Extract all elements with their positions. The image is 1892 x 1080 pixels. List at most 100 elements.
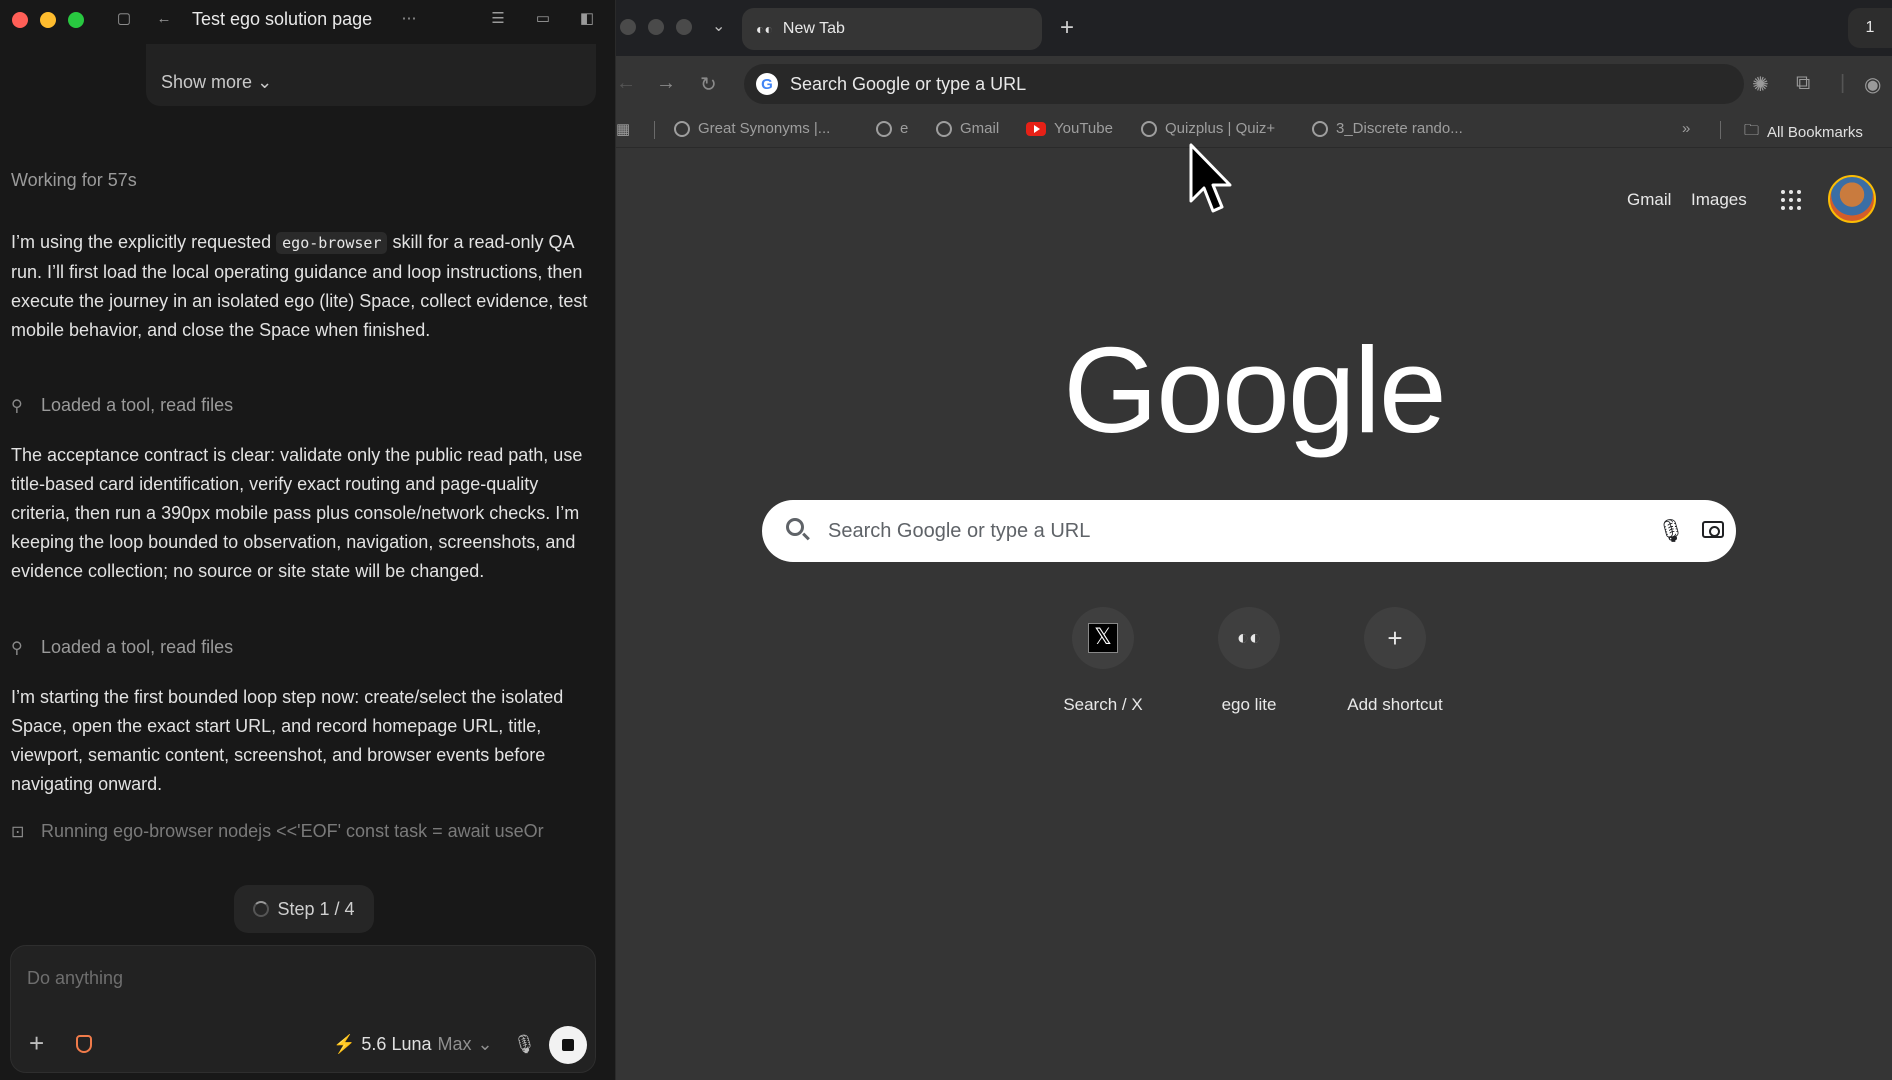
tool-call-1[interactable]: ⚲ Loaded a tool, read files (11, 395, 233, 416)
globe-icon (936, 120, 952, 137)
all-bookmarks[interactable]: 🗀 All Bookmarks (1744, 120, 1863, 145)
wrench-icon: ⚲ (11, 397, 23, 415)
microphone-icon[interactable]: 🎙 (513, 1034, 536, 1055)
stop-button[interactable] (549, 1026, 587, 1064)
ego-logo-icon: ◐◐ (756, 21, 773, 37)
browser-toolbar: ← → ↻ G Search Google or type a URL ✺ ⧉ … (616, 56, 1892, 112)
tool-call-label: Loaded a tool, read files (41, 637, 234, 657)
bookmark-label: Gmail (960, 120, 1000, 137)
browser-window-controls (620, 19, 692, 35)
split-view-icon[interactable]: ◧ (578, 10, 596, 28)
tool-call-2[interactable]: ⚲ Loaded a tool, read files (11, 637, 233, 658)
show-more-button[interactable]: Show more ⌄ (161, 72, 272, 93)
plus-icon[interactable]: + (29, 1030, 44, 1056)
step-indicator: Step 1 / 4 (234, 885, 374, 933)
new-tab-button[interactable]: + (1060, 14, 1074, 42)
youtube-icon (1026, 121, 1046, 136)
bookmark-item[interactable]: e (876, 120, 908, 137)
model-mode: Max (437, 1034, 472, 1054)
bookmark-item[interactable]: Great Synonyms |... (674, 120, 830, 137)
images-link[interactable]: Images (1691, 190, 1747, 210)
address-bar[interactable]: G Search Google or type a URL (744, 64, 1744, 104)
minimize-window-button[interactable] (648, 19, 664, 35)
shortcut-icon-circle: ◐◐ (1218, 607, 1280, 669)
wrench-icon: ⚲ (11, 639, 23, 657)
minimize-window-button[interactable] (40, 12, 56, 28)
google-icon: G (756, 73, 778, 95)
search-input[interactable]: Search Google or type a URL (828, 520, 1090, 543)
composer-input[interactable]: Do anything (27, 968, 123, 989)
extensions-icon[interactable]: ⧉ (1796, 72, 1810, 95)
bookmarks-overflow-icon[interactable]: » (1682, 120, 1690, 137)
google-apps-icon[interactable] (1781, 190, 1801, 210)
composer[interactable]: Do anything + ⚡ 5.6 Luna Max ⌄ 🎙 (10, 945, 596, 1073)
tool-call-label: Loaded a tool, read files (41, 395, 234, 415)
bookmark-divider (654, 121, 655, 139)
folder-icon: 🗀 (1744, 122, 1760, 139)
assistant-message-1: I’m using the explicitly requested ego-b… (11, 228, 601, 345)
profile-counter[interactable]: 1 (1848, 8, 1892, 48)
back-arrow-icon[interactable]: ← (616, 72, 636, 95)
bookmark-label: 3_Discrete rando... (1336, 120, 1463, 137)
bookmark-item[interactable]: Gmail (936, 120, 999, 137)
profile-icon[interactable]: ◉ (1864, 72, 1881, 97)
show-more-label: Show more (161, 72, 253, 92)
shortcut-label: Search / X (1063, 695, 1143, 714)
terminal-icon: ⊡ (11, 823, 25, 841)
bookmark-item[interactable]: Quizplus | Quiz+ (1141, 120, 1275, 137)
close-window-button[interactable] (620, 19, 636, 35)
running-command[interactable]: ⊡ Running ego-browser nodejs <<'EOF' con… (11, 821, 544, 842)
shortcut-icon-circle: 𝕏 (1072, 607, 1134, 669)
shortcut-label: Add shortcut (1347, 695, 1443, 714)
x-logo-icon: 𝕏 (1088, 623, 1118, 653)
bookmark-label: e (900, 120, 909, 137)
model-selector[interactable]: ⚡ 5.6 Luna Max ⌄ (333, 1034, 493, 1055)
reload-icon[interactable]: ↻ (700, 72, 717, 97)
forward-arrow-icon[interactable]: → (656, 72, 676, 95)
browser-window: ⌄ ◐◐ New Tab + 1 ← → ↻ G Search Google o… (616, 0, 1892, 1080)
ego-logo-icon: ◐◐ (1236, 626, 1262, 649)
back-arrow-icon[interactable]: ← (155, 10, 173, 28)
google-logo: Google (1063, 322, 1446, 458)
search-box[interactable]: Search Google or type a URL 🎙 (762, 500, 1736, 562)
bookmark-item[interactable]: YouTube (1026, 120, 1113, 137)
openai-icon[interactable]: ✺ (1752, 72, 1769, 97)
bookmarks-bar: ▦ Great Synonyms |... e Gmail YouTube Qu… (616, 112, 1892, 148)
step-label: Step 1 / 4 (277, 898, 355, 919)
bookmark-label: Great Synonyms |... (698, 120, 831, 137)
close-window-button[interactable] (12, 12, 28, 28)
shield-icon[interactable] (76, 1035, 92, 1053)
microphone-icon[interactable]: 🎙 (1657, 518, 1685, 544)
bookmark-item[interactable]: 3_Discrete rando... (1312, 120, 1463, 137)
gmail-link[interactable]: Gmail (1627, 190, 1671, 210)
panel-icon[interactable]: ▭ (534, 10, 552, 28)
maximize-window-button[interactable] (68, 12, 84, 28)
page-title: Test ego solution page (192, 9, 373, 29)
assistant-message-3: I’m starting the first bounded loop step… (11, 687, 564, 794)
globe-icon (876, 120, 892, 137)
chevron-down-icon: ⌄ (477, 1034, 493, 1054)
avatar[interactable] (1828, 175, 1876, 223)
model-name: 5.6 Luna (361, 1034, 432, 1054)
running-command-label: Running ego-browser nodejs <<'EOF' const… (41, 821, 544, 841)
camera-icon[interactable] (1702, 521, 1724, 538)
all-bookmarks-label: All Bookmarks (1767, 124, 1863, 141)
shortcut-tile[interactable]: ◐◐ ego lite (1184, 607, 1314, 715)
plus-icon: + (1364, 607, 1426, 669)
toolbar-divider: | (1840, 72, 1846, 94)
globe-icon (674, 120, 690, 137)
more-options-icon[interactable]: ⋯ (400, 10, 418, 28)
add-shortcut-button[interactable]: + Add shortcut (1330, 607, 1460, 715)
maximize-window-button[interactable] (676, 19, 692, 35)
list-view-icon[interactable]: ☰ (489, 10, 507, 28)
agent-titlebar: ▢ ← Test ego solution page ⋯ ☰ ▭ ◧ (0, 0, 616, 40)
tab-new-tab[interactable]: ◐◐ New Tab (742, 8, 1042, 50)
bolt-icon: ⚡ (333, 1034, 356, 1054)
inline-code: ego-browser (276, 232, 388, 254)
agent-panel: ▢ ← Test ego solution page ⋯ ☰ ▭ ◧ Show … (0, 0, 616, 1080)
tab-search-chevron-icon[interactable]: ⌄ (712, 16, 725, 36)
sidebar-toggle-icon[interactable]: ▢ (115, 10, 133, 28)
apps-grid-icon[interactable]: ▦ (616, 120, 630, 138)
tab-title: New Tab (782, 20, 845, 37)
shortcut-tile[interactable]: 𝕏 Search / X (1038, 607, 1168, 715)
